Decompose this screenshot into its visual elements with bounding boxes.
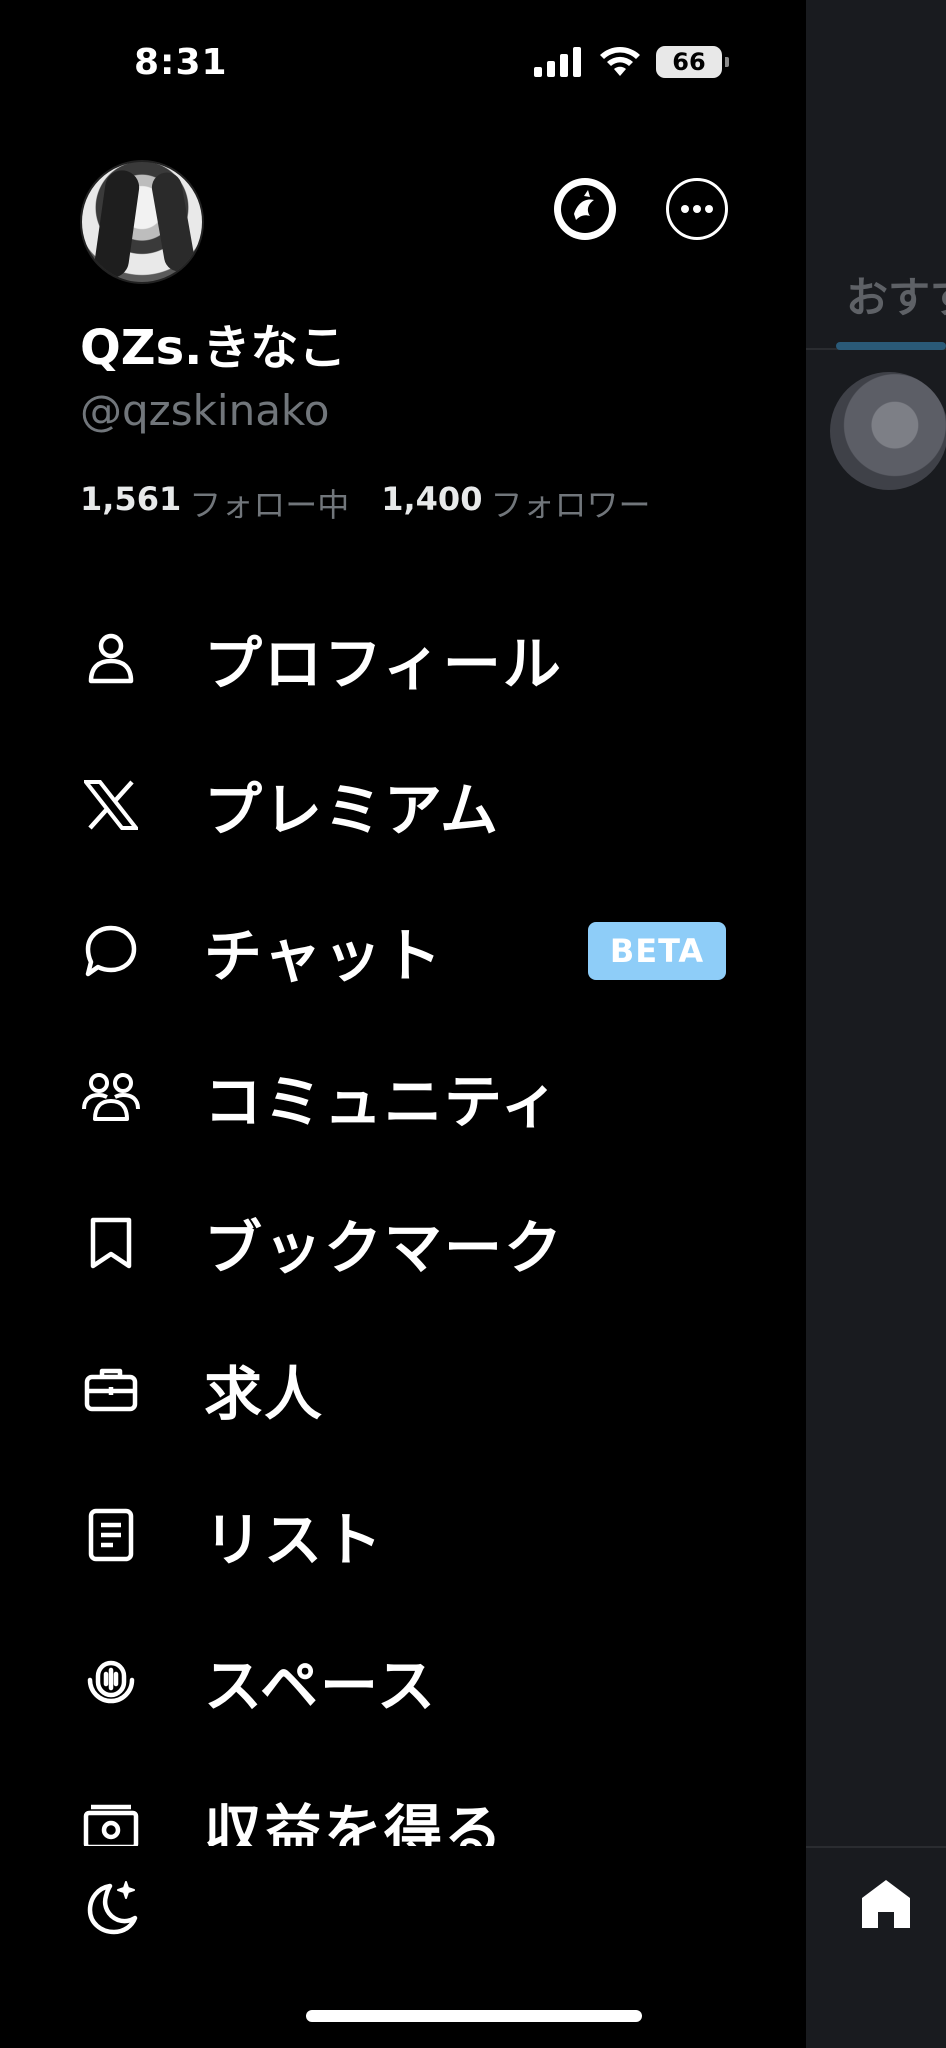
tabbar-divider [806, 1846, 946, 1848]
beta-badge: BETA [588, 922, 726, 980]
user-handle: @qzskinako [80, 386, 330, 435]
menu-item-chat[interactable]: チャット BETA [0, 878, 806, 1024]
status-icons: 66 [534, 46, 729, 78]
spaces-mic-icon [80, 1650, 142, 1712]
switch-accounts-button[interactable] [554, 178, 616, 240]
following-count[interactable]: 1,561 [80, 480, 181, 526]
menu-item-premium[interactable]: プレミアム [0, 732, 806, 878]
menu-label-chat: チャット [204, 922, 444, 990]
communities-icon [80, 1066, 142, 1128]
active-tab-indicator [836, 342, 946, 350]
money-icon [80, 1796, 142, 1846]
menu-label-premium: プレミアム [204, 776, 500, 844]
bookmark-icon [80, 1212, 142, 1274]
profile-avatar[interactable] [80, 160, 204, 284]
status-time: 8:31 [134, 42, 228, 83]
menu-label-spaces: スペース [204, 1652, 438, 1720]
menu-label-jobs: 求人 [204, 1360, 325, 1428]
dark-mode-toggle[interactable] [80, 1876, 142, 1938]
person-icon [80, 628, 142, 690]
follow-stats: 1,561 フォロー中 1,400 フォロワー [80, 480, 674, 526]
tab-recommended[interactable]: おすす [846, 264, 946, 325]
menu-item-spaces[interactable]: スペース [0, 1608, 806, 1754]
moon-sparkle-icon [87, 1881, 138, 1935]
menu-label-profile: プロフィール [204, 630, 563, 698]
home-tab[interactable] [858, 1876, 914, 1932]
drawer-menu: プロフィール プレミアム チャット BETA コミュニティ ブックマーク 求人 … [0, 586, 806, 1846]
side-drawer: 8:31 66 QZs.きなこ @qzskinako 1,561 フォロー中 1… [0, 0, 806, 2048]
menu-item-profile[interactable]: プロフィール [0, 586, 806, 732]
home-indicator [306, 2010, 642, 2022]
timeline-peek[interactable]: おすす [806, 0, 946, 2048]
following-label[interactable]: フォロー中 [189, 480, 349, 526]
menu-label-monetization: 収益を得る [204, 1798, 505, 1846]
menu-label-bookmarks: ブックマーク [204, 1214, 565, 1282]
battery-level: 66 [672, 48, 706, 76]
briefcase-icon [80, 1358, 142, 1420]
post-avatar[interactable] [830, 372, 946, 490]
menu-item-jobs[interactable]: 求人 [0, 1316, 806, 1462]
battery-icon: 66 [656, 46, 729, 78]
chat-bubble-icon [80, 920, 142, 982]
signal-icon [534, 47, 581, 77]
menu-item-lists[interactable]: リスト [0, 1462, 806, 1608]
wifi-icon [600, 47, 640, 76]
list-icon [80, 1504, 142, 1566]
more-dots-icon [681, 205, 713, 213]
home-icon [862, 1880, 910, 1928]
x-logo-icon [80, 774, 142, 836]
followers-count[interactable]: 1,400 [381, 480, 482, 526]
menu-label-lists: リスト [204, 1506, 385, 1574]
menu-item-monetization[interactable]: 収益を得る [0, 1754, 806, 1846]
menu-item-communities[interactable]: コミュニティ [0, 1024, 806, 1170]
more-options-button[interactable] [666, 178, 728, 240]
account-switch-icon [561, 185, 609, 233]
display-name[interactable]: QZs.きなこ [80, 308, 346, 378]
menu-label-communities: コミュニティ [204, 1068, 561, 1136]
menu-item-bookmarks[interactable]: ブックマーク [0, 1170, 806, 1316]
followers-label[interactable]: フォロワー [490, 480, 650, 526]
